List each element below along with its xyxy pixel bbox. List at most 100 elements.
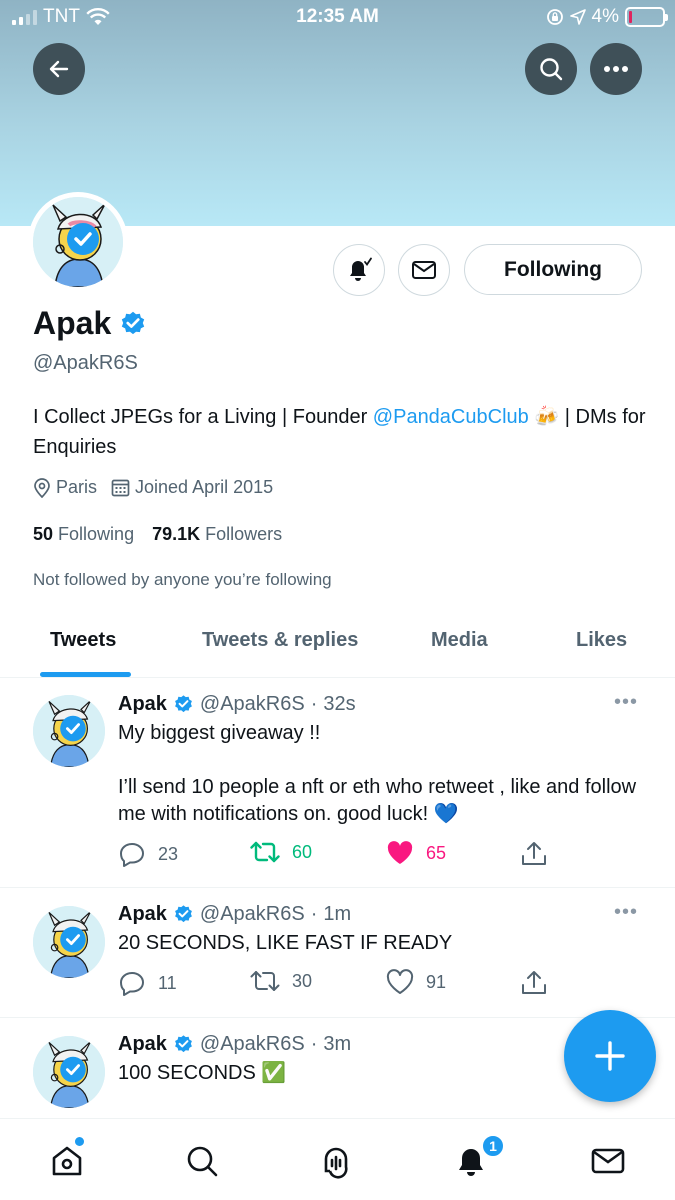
arrow-left-icon xyxy=(49,60,69,78)
message-button[interactable] xyxy=(398,244,450,296)
followers-count: 79.1K xyxy=(152,524,201,544)
notifications-toggle-button[interactable] xyxy=(333,244,385,296)
tab-tweets-and-replies[interactable]: Tweets & replies xyxy=(202,629,358,652)
retweet-button[interactable]: 60 xyxy=(250,840,312,864)
nav-spaces[interactable] xyxy=(316,1141,356,1181)
tweet-timestamp[interactable]: 1m xyxy=(323,903,351,926)
reply-button[interactable]: 11 xyxy=(118,969,177,997)
notifications-badge: 1 xyxy=(481,1134,505,1158)
tweet-header: Apak @ApakR6S · 32s xyxy=(118,693,356,716)
compose-tweet-button[interactable] xyxy=(564,1010,656,1102)
more-horizontal-icon xyxy=(604,66,628,72)
tweet-avatar[interactable] xyxy=(33,695,105,767)
tweet-text-line: My biggest giveaway !! xyxy=(118,722,321,744)
heart-filled-icon xyxy=(387,841,413,864)
tweet-dot-separator: · xyxy=(310,693,318,715)
tweet-actions: 11 30 91 xyxy=(118,969,558,997)
home-icon xyxy=(52,1146,82,1176)
following-count-link[interactable]: 50 Following xyxy=(33,524,134,545)
tweet[interactable]: Apak @ApakR6S · 32s ••• My biggest givea… xyxy=(0,679,675,887)
nav-explore[interactable] xyxy=(182,1141,222,1181)
followers-count-link[interactable]: 79.1K Followers xyxy=(152,524,282,545)
reply-count: 11 xyxy=(158,972,177,993)
tweet[interactable]: Apak @ApakR6S · 1m ••• 20 SECONDS, LIKE … xyxy=(0,888,675,1016)
tweet-text-line: 20 SECONDS, LIKE FAST IF READY xyxy=(118,932,453,954)
back-button[interactable] xyxy=(33,43,85,95)
search-icon xyxy=(540,58,563,81)
following-count: 50 xyxy=(33,524,54,544)
active-tab-indicator xyxy=(40,672,131,677)
profile-meta: Paris Joined April 2015 xyxy=(33,477,273,498)
tweet-avatar[interactable] xyxy=(33,906,105,978)
profile-handle: @ApakR6S xyxy=(33,352,138,374)
location-pin-icon xyxy=(34,477,50,498)
following-count-label: Following xyxy=(58,524,135,544)
profile-avatar[interactable] xyxy=(28,192,128,292)
tweet-more-button[interactable]: ••• xyxy=(614,901,638,924)
follow-counts: 50 Following 79.1K Followers xyxy=(33,524,282,545)
retweet-icon xyxy=(250,841,280,863)
tweet-author-name[interactable]: Apak xyxy=(118,1033,167,1056)
tweet-dot-separator: · xyxy=(310,903,318,925)
retweet-button[interactable]: 30 xyxy=(250,969,312,993)
verified-badge-icon xyxy=(175,695,192,713)
reply-icon xyxy=(120,843,144,867)
search-icon xyxy=(187,1146,218,1177)
bell-check-icon xyxy=(350,257,372,281)
orientation-lock-icon xyxy=(546,9,563,25)
tweet-text-line: 100 SECONDS ✅ xyxy=(118,1062,287,1084)
tab-tweets[interactable]: Tweets xyxy=(50,629,116,652)
profile-name-row: Apak xyxy=(33,305,147,342)
tweet-actions: 23 60 65 xyxy=(118,840,558,868)
tab-media[interactable]: Media xyxy=(431,629,488,652)
nft-avatar-image xyxy=(33,906,105,978)
like-button[interactable]: 91 xyxy=(386,969,446,995)
verified-badge-icon xyxy=(122,311,145,334)
tweet-more-button[interactable]: ••• xyxy=(614,691,638,714)
profile-bio: I Collect JPEGs for a Living | Founder @… xyxy=(33,402,648,462)
share-icon xyxy=(522,971,546,994)
bio-mention-link[interactable]: @PandaCubClub xyxy=(373,406,529,428)
tweet-author-handle: @ApakR6S xyxy=(199,903,305,925)
tweet-timestamp[interactable]: 32s xyxy=(323,693,355,716)
envelope-icon xyxy=(412,261,436,279)
retweet-count: 30 xyxy=(292,970,313,991)
envelope-icon xyxy=(591,1148,625,1174)
profile-tabs: Tweets Tweets & replies Media Likes xyxy=(0,610,675,678)
more-options-button[interactable] xyxy=(590,43,642,95)
tweet-author-name[interactable]: Apak xyxy=(118,693,167,716)
search-button[interactable] xyxy=(525,43,577,95)
like-count: 91 xyxy=(426,971,447,992)
share-button[interactable] xyxy=(520,840,548,868)
battery-icon xyxy=(625,7,668,27)
calendar-icon xyxy=(111,479,130,497)
retweet-count: 60 xyxy=(292,841,313,862)
plus-icon xyxy=(595,1041,625,1071)
share-button[interactable] xyxy=(520,969,548,997)
reply-icon xyxy=(120,972,144,996)
profile-joined-date: Joined April 2015 xyxy=(135,477,274,497)
tweet-header: Apak @ApakR6S · 3m xyxy=(118,1033,351,1056)
tweet-avatar[interactable] xyxy=(33,1036,105,1108)
bio-text: I Collect JPEGs for a Living | Founder xyxy=(33,406,373,428)
profile-location: Paris xyxy=(56,477,98,497)
heart-icon xyxy=(386,969,414,994)
tweet-author-handle: @ApakR6S xyxy=(199,1033,305,1055)
tweet-header: Apak @ApakR6S · 1m xyxy=(118,903,351,926)
nav-messages[interactable] xyxy=(588,1141,628,1181)
profile-name: Apak xyxy=(33,305,112,341)
reply-count: 23 xyxy=(158,843,179,864)
tweet-author-name[interactable]: Apak xyxy=(118,903,167,926)
tweet-timestamp[interactable]: 3m xyxy=(323,1033,351,1056)
battery-percent: 4% xyxy=(591,6,619,27)
nav-home[interactable] xyxy=(47,1141,87,1181)
reply-button[interactable]: 23 xyxy=(118,840,178,868)
share-icon xyxy=(522,842,546,865)
bottom-navigation: 1 xyxy=(0,1118,675,1200)
following-button[interactable]: Following xyxy=(464,244,642,295)
like-button[interactable]: 65 xyxy=(386,840,446,866)
tab-likes[interactable]: Likes xyxy=(576,629,627,652)
spaces-microphone-icon xyxy=(324,1147,348,1179)
nft-avatar-image xyxy=(33,1036,105,1108)
retweet-icon xyxy=(250,971,280,991)
